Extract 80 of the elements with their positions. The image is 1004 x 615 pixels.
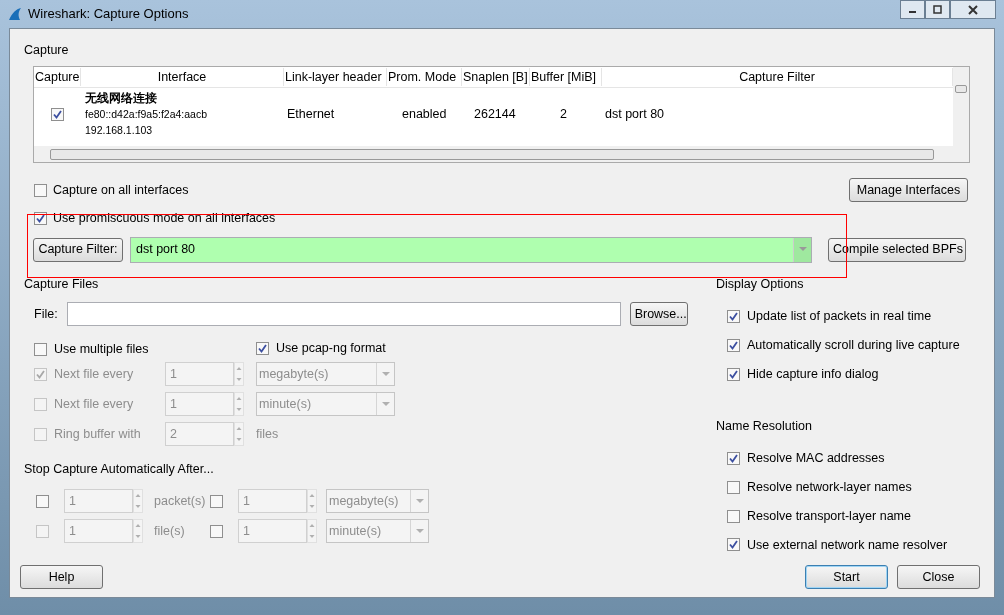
table-cell-text: enabled bbox=[401, 105, 448, 123]
checkbox-label: Automatically scroll during live capture bbox=[747, 337, 960, 354]
checkbox[interactable] bbox=[34, 367, 47, 381]
checkbox[interactable] bbox=[727, 452, 740, 466]
table-cell-text: 2 bbox=[559, 105, 568, 123]
interface-name: 无线网络连接 bbox=[85, 90, 158, 106]
checkbox[interactable] bbox=[51, 107, 64, 121]
dialog-button[interactable]: Close bbox=[897, 565, 980, 589]
checkbox-label: Next file every bbox=[54, 365, 134, 383]
minimize-icon[interactable] bbox=[900, 0, 925, 19]
checkbox[interactable] bbox=[727, 367, 740, 381]
spin-arrows-icon[interactable] bbox=[234, 362, 244, 387]
unit-label: packet(s) bbox=[153, 492, 207, 510]
checkbox-label: Use pcap-ng format bbox=[276, 339, 386, 357]
checkbox[interactable] bbox=[727, 509, 740, 523]
checkbox-label: Use multiple files bbox=[54, 341, 149, 359]
file-field[interactable] bbox=[66, 302, 621, 327]
checkbox-label: Hide capture info dialog bbox=[747, 365, 879, 383]
table-cell-text: 262144 bbox=[473, 105, 517, 123]
column-header[interactable]: Snaplen [B] bbox=[462, 67, 530, 87]
caret-icon bbox=[415, 498, 424, 504]
close-icon[interactable] bbox=[950, 0, 996, 19]
caret-icon bbox=[381, 401, 390, 407]
checkbox-label: Next file every bbox=[54, 395, 134, 413]
column-header[interactable]: Buffer [MiB] bbox=[530, 67, 602, 87]
spin-arrows-icon[interactable] bbox=[234, 422, 244, 447]
checkbox-label: Resolve transport-layer name bbox=[747, 507, 911, 525]
fin-icon bbox=[8, 7, 22, 21]
table-cell-text: dst port 80 bbox=[604, 105, 666, 123]
checkbox[interactable] bbox=[256, 341, 269, 355]
checkbox[interactable] bbox=[34, 397, 47, 411]
checkbox-label: Resolve network-layer names bbox=[747, 479, 912, 496]
checkbox[interactable] bbox=[34, 427, 47, 441]
dialog-button[interactable]: Start bbox=[805, 565, 888, 589]
spin-arrows-icon[interactable] bbox=[133, 519, 143, 543]
section-title: Stop Capture Automatically After... bbox=[24, 461, 215, 479]
dialog-button[interactable]: Capture Filter: bbox=[33, 237, 123, 262]
checkbox-label: Use external network name resolver bbox=[747, 536, 948, 554]
window-title: Wireshark: Capture Options bbox=[28, 5, 189, 24]
interface-address: fe80::d42a:f9a5:f2a4:aacb bbox=[85, 107, 209, 122]
interface-address: 192.168.1.103 bbox=[85, 123, 154, 138]
spin-arrows-icon[interactable] bbox=[307, 489, 317, 513]
checkbox[interactable] bbox=[34, 343, 47, 357]
checkbox-label: Resolve MAC addresses bbox=[747, 450, 885, 468]
checkbox-label: Ring buffer with bbox=[54, 425, 141, 443]
dialog-button[interactable]: Manage Interfaces bbox=[849, 178, 968, 202]
section-title: Capture Files bbox=[24, 275, 100, 293]
dialog-button[interactable]: Help bbox=[20, 565, 103, 589]
checkbox[interactable] bbox=[727, 538, 740, 552]
checkbox[interactable] bbox=[727, 310, 740, 324]
column-header[interactable]: Prom. Mode bbox=[387, 67, 462, 87]
spin-arrows-icon[interactable] bbox=[307, 519, 317, 543]
caret-icon bbox=[381, 371, 390, 377]
capture-filter-field[interactable]: dst port 80 bbox=[130, 236, 812, 263]
column-header[interactable]: Interface bbox=[81, 67, 284, 87]
field-label: File: bbox=[34, 305, 58, 323]
checkbox-label: Capture on all interfaces bbox=[53, 182, 189, 199]
table-cell-text: Ethernet bbox=[286, 105, 336, 123]
column-header[interactable]: Link-layer header bbox=[284, 67, 387, 87]
checkbox[interactable] bbox=[34, 211, 47, 225]
checkbox[interactable] bbox=[727, 480, 740, 494]
vertical-scrollbar[interactable] bbox=[953, 67, 969, 146]
spin-arrows-icon[interactable] bbox=[234, 392, 244, 417]
section-title: Display Options bbox=[716, 275, 805, 293]
spin-arrows-icon[interactable] bbox=[133, 489, 143, 513]
checkbox[interactable] bbox=[36, 494, 49, 508]
horizontal-scrollbar[interactable] bbox=[34, 146, 969, 162]
caret-icon bbox=[415, 528, 424, 534]
checkbox[interactable] bbox=[210, 494, 223, 508]
unit-label: file(s) bbox=[153, 522, 186, 540]
caret-icon bbox=[798, 247, 807, 252]
maximize-icon[interactable] bbox=[925, 0, 950, 19]
checkbox[interactable] bbox=[34, 183, 47, 197]
unit-label: files bbox=[256, 426, 279, 441]
checkbox-label: Update list of packets in real time bbox=[747, 308, 932, 326]
column-header[interactable]: Capture bbox=[34, 67, 81, 87]
section-title: Name Resolution bbox=[716, 417, 813, 435]
checkbox[interactable] bbox=[727, 338, 740, 352]
dialog-button[interactable]: Browse... bbox=[629, 302, 688, 327]
section-title: Capture bbox=[24, 42, 70, 58]
